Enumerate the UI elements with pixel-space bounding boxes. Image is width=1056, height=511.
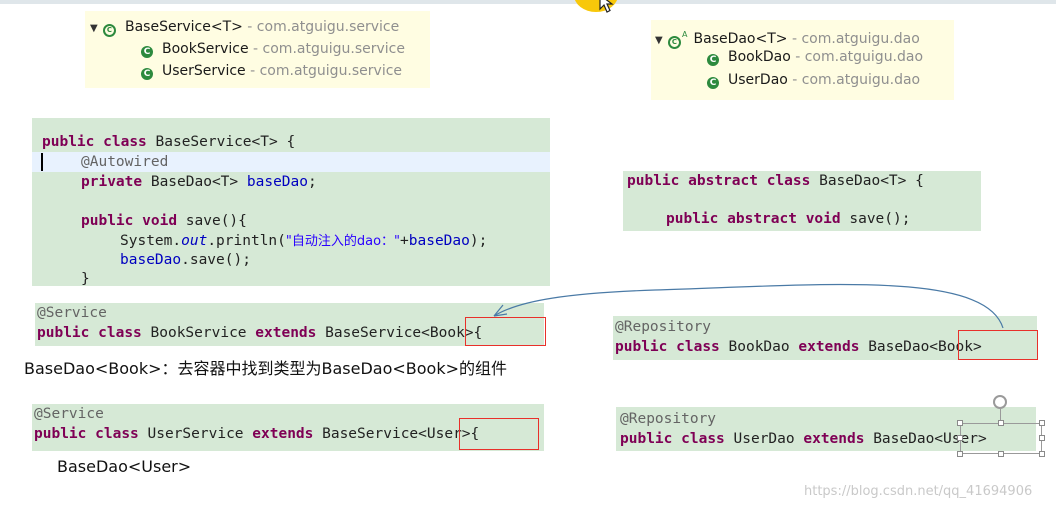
user-dao-note: BaseDao<User> xyxy=(57,457,192,476)
connector-arrow[interactable] xyxy=(0,0,1056,511)
watermark: https://blog.csdn.net/qq_41694906 xyxy=(804,484,1033,499)
book-dao-note: BaseDao<Book>：去容器中找到类型为BaseDao<Book>的组件 xyxy=(24,359,508,378)
